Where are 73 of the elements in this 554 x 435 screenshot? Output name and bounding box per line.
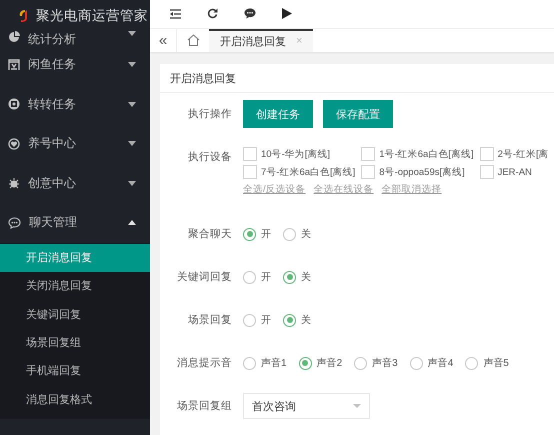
radio-label: 开 [261,228,271,241]
radio-button[interactable] [243,270,256,284]
radio-label: 开 [261,314,271,327]
radio-button[interactable] [283,270,296,284]
bug-icon [8,177,20,190]
radio-button[interactable] [243,356,256,370]
dropdown[interactable]: 首次咨询 [243,393,370,419]
radio-label: 关 [301,270,311,284]
chat-bubble-icon[interactable] [244,8,256,20]
sidebar-item[interactable]: 转转任务 [0,84,150,124]
caret-icon [353,404,361,408]
action-button[interactable]: 保存配置 [323,100,393,128]
submenu-item[interactable]: 手机端回复 [0,356,150,385]
sidebar-item[interactable]: 聊天管理 [0,203,150,242]
form-label: 场景回复 [187,313,233,328]
card-title: 开启消息回复 [160,64,554,93]
menu-icon[interactable] [170,8,181,19]
radio-button[interactable] [298,356,312,370]
checkbox[interactable] [243,147,257,161]
play-icon[interactable] [282,8,292,20]
chat-icon [8,216,21,229]
device-label: 2号-红米[离 [498,148,549,160]
checkbox[interactable] [361,165,376,179]
form-label: 聚合聊天 [187,227,233,242]
radio-button[interactable] [243,228,256,240]
sidebar-item[interactable]: 统计分析 [0,31,150,45]
radio-button[interactable] [283,314,296,326]
radio-label: 关 [301,228,311,241]
device-label: 1号-红米6a白色[离线] [379,148,474,160]
radio-label: 关 [301,314,311,327]
radio-label: 声音4 [428,356,454,370]
collapse-button[interactable]: « [150,28,177,52]
form-label: 执行操作 [187,107,233,122]
submenu-item[interactable]: 关键词回复 [0,300,150,328]
app-title: 聚光电商运营管家 [36,6,148,24]
radio-button[interactable] [243,314,256,326]
sidebar-item[interactable]: 闲鱼任务 [0,45,150,84]
form-label: 消息提示音 [176,356,233,371]
chart-icon [8,31,20,43]
submenu-item[interactable]: 消息回复格式 [0,384,150,414]
radio-button[interactable] [465,356,478,370]
radio-label: 声音1 [261,356,287,370]
submenu-item[interactable]: 开启消息回复 [0,244,150,272]
logo-icon [18,9,30,22]
submenu-item[interactable]: 关闭消息回复 [0,272,150,300]
radio-label: 声音5 [483,356,509,370]
form-label: 场景回复组 [176,399,233,414]
checkbox[interactable] [361,147,376,161]
heart-circle-icon [8,138,20,150]
radio-label: 声音2 [316,356,342,370]
form-label: 关键词回复 [176,270,233,285]
radio-label: 开 [261,271,271,284]
sidebar-item[interactable]: 养号中心 [0,124,150,164]
refresh-icon[interactable] [207,8,218,20]
checkbox[interactable] [243,165,257,179]
device-label: 10号-华为[离线] [261,148,330,160]
radio-label: 声音3 [372,356,398,370]
checkbox[interactable] [480,165,494,179]
device-label: JER-AN [498,166,532,178]
radio-button[interactable] [410,356,423,370]
page-tab[interactable]: 开启消息回复 × [209,28,314,52]
action-button[interactable]: 创建任务 [243,100,313,128]
device-label: 8号-oppoa59s[离线] [379,166,465,178]
device-label: 7号-红米6a白色[离线] [261,166,356,178]
sidebar-item[interactable]: 创意中心 [0,164,150,203]
radio-button[interactable] [354,356,368,370]
glyph-icon [8,58,20,71]
badge-icon [8,98,20,110]
radio-button[interactable] [283,228,296,240]
submenu-item[interactable]: 场景回复组 [0,328,150,357]
home-icon[interactable] [186,34,200,46]
checkbox[interactable] [480,147,494,161]
form-label: 执行设备 [187,150,233,165]
